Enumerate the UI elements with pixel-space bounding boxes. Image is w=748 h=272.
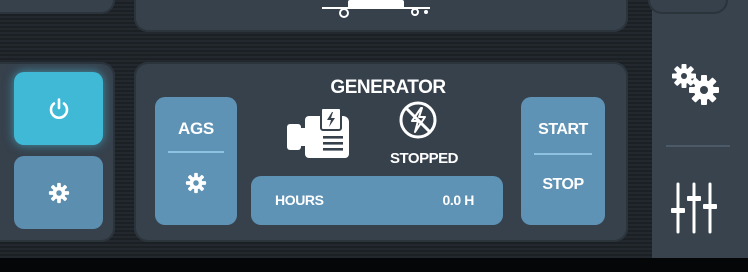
bottom-edge (0, 258, 748, 272)
no-power-icon (399, 101, 437, 139)
hours-value: 0.0 H (442, 192, 475, 208)
ags-button[interactable]: AGS (155, 97, 237, 225)
settings-button[interactable] (14, 156, 103, 229)
start-stop-button[interactable]: START STOP (521, 97, 605, 225)
top-right-panel (648, 0, 728, 14)
start-label: START (538, 121, 588, 138)
stop-label: STOP (542, 176, 584, 193)
ags-divider (168, 151, 224, 153)
power-icon (49, 97, 68, 119)
ags-label: AGS (178, 119, 214, 138)
start-stop-divider (534, 153, 592, 155)
trailer-icon (322, 0, 430, 18)
generator-icon (287, 108, 349, 158)
gears-icon[interactable] (668, 62, 724, 106)
generator-status: STOPPED (390, 150, 458, 167)
sliders-icon[interactable] (670, 180, 718, 236)
gear-icon (48, 182, 69, 203)
hours-label: HOURS (275, 192, 324, 208)
ags-settings-gear-icon (185, 172, 207, 194)
power-button[interactable] (14, 72, 103, 145)
generator-title: GENERATOR (330, 77, 446, 98)
sidebar-divider (666, 145, 730, 147)
top-left-panel (0, 0, 115, 14)
